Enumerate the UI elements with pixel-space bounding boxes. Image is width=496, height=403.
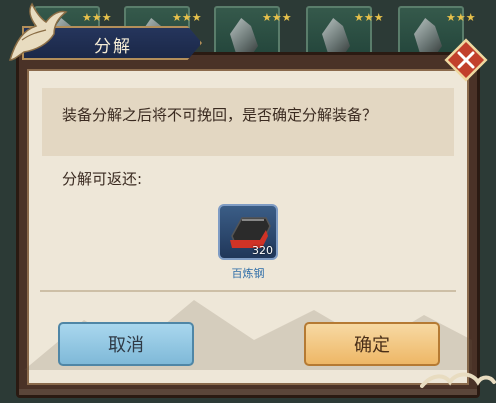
item-name: 百炼钢 (231, 267, 265, 280)
star-rating: ★★★ (262, 11, 292, 24)
star-rating: ★★★ (82, 11, 112, 24)
content-divider (40, 290, 456, 292)
star-rating: ★★★ (446, 11, 476, 24)
crane-icon (8, 2, 68, 61)
frame-bottom-bar (19, 389, 477, 395)
confirm-button-label: 确定 (354, 335, 390, 356)
item-count: 320 (252, 244, 273, 257)
star-rating: ★★★ (172, 11, 202, 24)
close-button[interactable] (444, 38, 488, 82)
reward-item-slot[interactable]: 320 (218, 204, 278, 260)
cancel-button[interactable]: 取消 (58, 322, 194, 366)
confirm-button[interactable]: 确定 (304, 322, 440, 366)
confirm-message: 装备分解之后将不可挽回，是否确定分解装备？ (62, 106, 378, 124)
cancel-button-label: 取消 (108, 335, 144, 356)
dialog-title: 分解 (94, 37, 132, 57)
star-rating: ★★★ (354, 11, 384, 24)
cloud-ornament (420, 372, 496, 388)
return-label: 分解可返还: (62, 170, 143, 188)
